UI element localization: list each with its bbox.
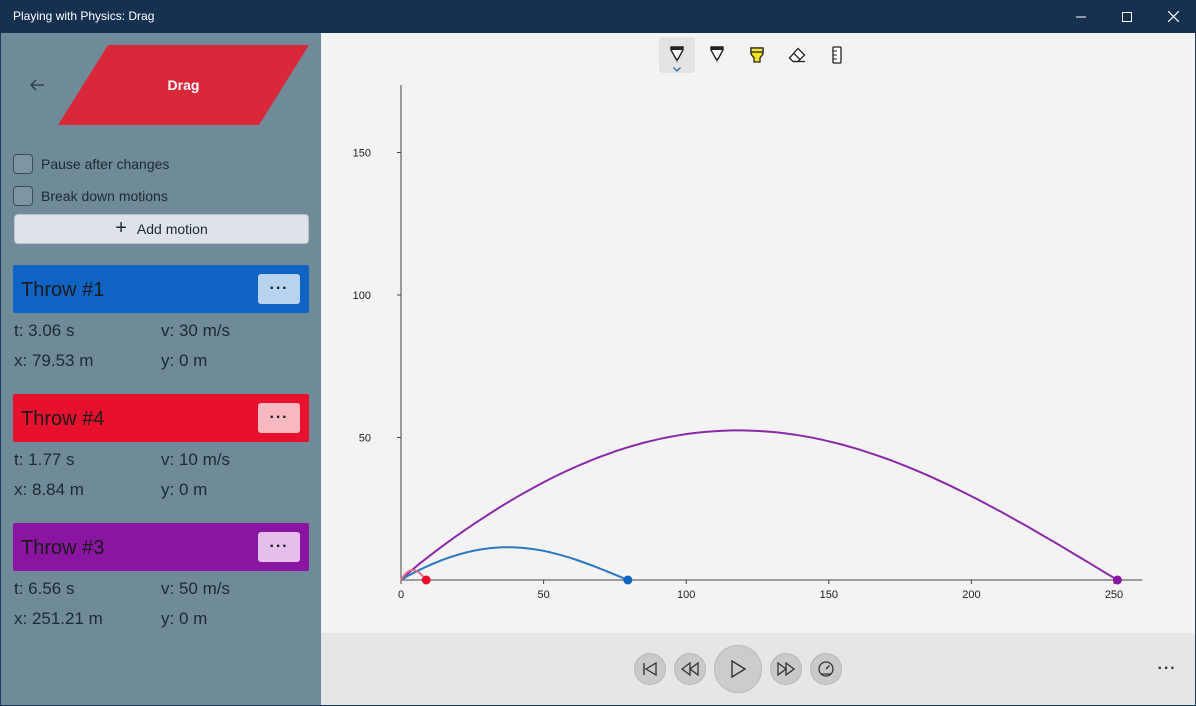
ink-toolbar	[659, 37, 855, 73]
maximize-button[interactable]	[1104, 0, 1150, 33]
close-icon	[1167, 11, 1179, 22]
window-title: Playing with Physics: Drag	[13, 9, 155, 23]
motion-name: Throw #1	[21, 279, 105, 301]
add-motion-label: Add motion	[136, 221, 208, 237]
fast-forward-button[interactable]	[770, 653, 802, 685]
motion-y: y: 0 m	[161, 609, 208, 628]
landing-point	[421, 575, 431, 585]
back-arrow-icon	[30, 79, 44, 91]
motion-velocity: v: 30 m/s	[161, 321, 230, 340]
x-tick-label: 50	[537, 589, 549, 601]
pause-after-changes-checkbox[interactable]: Pause after changes	[13, 153, 169, 175]
motion-y: y: 0 m	[161, 351, 208, 370]
maximize-icon	[1122, 11, 1132, 22]
skip-to-start-button[interactable]	[634, 653, 666, 685]
more-icon: ···	[269, 409, 289, 426]
more-icon: ···	[1157, 660, 1177, 677]
y-tick-label: 100	[353, 290, 371, 302]
play-icon	[731, 660, 746, 678]
trajectory-line	[400, 429, 1119, 581]
plus-icon: +	[115, 217, 127, 239]
play-button[interactable]	[714, 645, 762, 693]
motion-name: Throw #4	[21, 408, 105, 430]
motion-x: x: 8.84 m	[14, 480, 84, 499]
ruler-tool[interactable]	[819, 37, 855, 73]
motion-more-button[interactable]: ···	[258, 532, 300, 562]
minimize-icon	[1076, 16, 1086, 17]
chevron-down-icon	[673, 67, 681, 72]
x-tick-label: 100	[677, 589, 695, 601]
x-tick-label: 200	[962, 589, 980, 601]
x-tick-label: 0	[398, 589, 404, 601]
checkbox-box[interactable]	[13, 154, 33, 174]
motion-header[interactable]: Throw #4 ···	[13, 394, 309, 442]
minimize-button[interactable]	[1058, 0, 1104, 33]
speed-button[interactable]	[810, 653, 842, 685]
motion-time: t: 1.77 s	[14, 450, 75, 469]
motion-more-button[interactable]: ···	[258, 274, 300, 304]
landing-point	[623, 575, 633, 585]
highlighter-tool[interactable]	[739, 37, 775, 73]
eraser-icon	[788, 47, 806, 63]
logo-label: Drag	[167, 77, 200, 93]
rewind-button[interactable]	[674, 653, 706, 685]
motion-time: t: 6.56 s	[14, 579, 75, 598]
pencil-icon	[710, 46, 724, 63]
motion-velocity: v: 50 m/s	[161, 579, 230, 598]
speed-icon	[818, 661, 834, 677]
breakdown-label: Break down motions	[41, 188, 168, 204]
playback-bar: ···	[321, 633, 1195, 705]
motion-name: Throw #3	[21, 537, 105, 559]
motion-time: t: 3.06 s	[14, 321, 75, 340]
break-down-motions-checkbox[interactable]: Break down motions	[13, 185, 168, 207]
highlighter-icon	[750, 47, 764, 63]
motion-header[interactable]: Throw #3 ···	[13, 523, 309, 571]
close-button[interactable]	[1150, 0, 1196, 33]
more-options-button[interactable]: ···	[1153, 657, 1181, 681]
skip-back-icon	[643, 662, 657, 676]
ballpoint-pen-tool[interactable]	[659, 37, 695, 73]
ballpoint-pen-icon	[670, 46, 684, 63]
ruler-icon	[832, 46, 842, 64]
checkbox-box[interactable]	[13, 186, 33, 206]
landing-point	[1112, 575, 1122, 585]
x-tick-label: 150	[820, 589, 838, 601]
more-icon: ···	[269, 280, 289, 297]
add-motion-button[interactable]: + Add motion	[14, 214, 309, 244]
y-tick-label: 50	[359, 433, 371, 445]
motion-more-button[interactable]: ···	[258, 403, 300, 433]
motion-y: y: 0 m	[161, 480, 208, 499]
motion-x: x: 79.53 m	[14, 351, 94, 370]
rewind-icon	[681, 662, 699, 676]
pause-label: Pause after changes	[41, 156, 170, 172]
y-tick-label: 150	[353, 148, 371, 160]
trajectory-chart: 0 50 100 150 200 250 50 100 150	[353, 85, 1143, 601]
back-button[interactable]	[23, 73, 51, 97]
pencil-tool[interactable]	[699, 37, 735, 73]
x-tick-label: 250	[1105, 589, 1123, 601]
eraser-tool[interactable]	[779, 37, 815, 73]
more-icon: ···	[269, 538, 289, 555]
fast-forward-icon	[777, 662, 795, 676]
title-bar: Playing with Physics: Drag	[0, 0, 1196, 33]
motion-header[interactable]: Throw #1 ···	[13, 265, 309, 313]
canvas-area[interactable]: 0 50 100 150 200 250 50 100 150	[321, 33, 1195, 633]
motion-x: x: 251.21 m	[14, 609, 103, 628]
motion-velocity: v: 10 m/s	[161, 450, 230, 469]
sidebar: Drag Pause after changes Break down moti…	[1, 33, 321, 705]
